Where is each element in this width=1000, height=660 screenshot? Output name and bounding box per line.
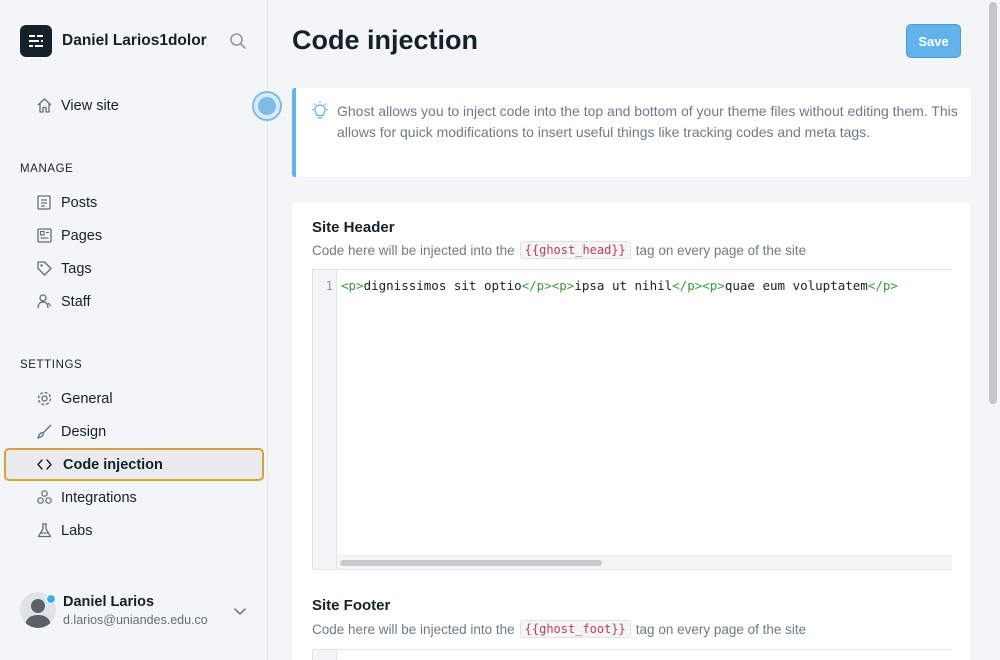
settings-section-label: SETTINGS — [20, 359, 83, 371]
scrollbar-thumb[interactable] — [340, 560, 602, 566]
nav-tags-label: Tags — [61, 260, 92, 277]
line-number-gutter: 1 — [313, 270, 337, 569]
integrations-icon — [37, 490, 52, 504]
main-content: Code injection Save Ghost allows you to … — [269, 0, 1000, 660]
brush-icon — [37, 424, 52, 439]
user-name: Daniel Larios — [63, 593, 155, 610]
horizontal-scrollbar[interactable] — [337, 555, 952, 569]
page-scrollbar-thumb[interactable] — [989, 2, 997, 404]
page-title: Code injection — [292, 25, 479, 55]
chevron-down-icon[interactable] — [232, 603, 248, 619]
info-callout: Ghost allows you to inject code into the… — [292, 88, 971, 177]
nav-posts-label: Posts — [61, 194, 98, 211]
site-header-description: Code here will be injected into the {{gh… — [312, 241, 806, 259]
nav-code-injection[interactable]: Code injection — [4, 448, 264, 481]
site-header-desc-after: tag on every page of the site — [635, 242, 807, 258]
code-html-tag: </p> — [867, 278, 898, 293]
nav-integrations-label: Integrations — [61, 489, 137, 506]
nav-staff[interactable]: Staff — [4, 285, 264, 318]
nav-view-site-label: View site — [61, 97, 119, 114]
nav-general[interactable]: General — [4, 382, 264, 415]
code-line: <p>dignissimos sit optio</p><p>ipsa ut n… — [341, 278, 898, 293]
code-injection-card: Site Header Code here will be injected i… — [292, 202, 971, 660]
code-html-tag: </p><p> — [672, 278, 725, 293]
staff-icon — [37, 294, 52, 309]
code-icon — [37, 459, 52, 470]
sidebar: Daniel Larios1dolor View site MANAGE Pos… — [0, 0, 282, 660]
nav-view-site[interactable]: View site — [4, 89, 264, 122]
pages-icon — [37, 228, 52, 243]
nav-posts[interactable]: Posts — [4, 186, 264, 219]
search-icon[interactable] — [228, 31, 248, 51]
code-text: quae eum voluptatem — [724, 278, 868, 293]
home-icon — [37, 98, 52, 113]
site-logo-icon — [20, 25, 52, 57]
nav-staff-label: Staff — [61, 293, 91, 310]
site-footer-title: Site Footer — [312, 597, 391, 614]
site-header-desc-before: Code here will be injected into the — [312, 242, 515, 258]
nav-design-label: Design — [61, 423, 107, 440]
tag-icon — [37, 261, 52, 276]
site-header-title: Site Header — [312, 219, 395, 236]
site-footer-desc-after: tag on every page of the site — [635, 621, 807, 637]
code-html-tag: </p><p> — [521, 278, 575, 293]
site-footer-description: Code here will be injected into the {{gh… — [312, 620, 806, 638]
site-footer-editor[interactable] — [312, 649, 952, 660]
flask-icon — [37, 523, 52, 538]
code-html-tag: <p> — [341, 278, 364, 293]
page-scrollbar[interactable] — [987, 0, 1000, 660]
nav-design[interactable]: Design — [4, 415, 264, 448]
site-brand[interactable]: Daniel Larios1dolor — [20, 25, 214, 57]
nav-labs-label: Labs — [61, 522, 93, 539]
site-footer-desc-before: Code here will be injected into the — [312, 621, 515, 637]
nav-tags[interactable]: Tags — [4, 252, 264, 285]
line-number-gutter — [313, 650, 337, 660]
nav-integrations[interactable]: Integrations — [4, 481, 264, 514]
posts-icon — [37, 195, 51, 210]
ghost-foot-tag: {{ghost_foot}} — [519, 620, 631, 638]
info-text: Ghost allows you to inject code into the… — [337, 103, 958, 140]
nav-pages-label: Pages — [61, 227, 103, 244]
lightbulb-icon — [312, 101, 328, 119]
site-header-editor[interactable]: 1 <p>dignissimos sit optio</p><p>ipsa ut… — [312, 269, 952, 570]
nav-general-label: General — [61, 390, 113, 407]
manage-section-label: MANAGE — [20, 163, 74, 175]
nav-code-injection-label: Code injection — [63, 456, 163, 473]
save-button[interactable]: Save — [906, 24, 961, 58]
nav-labs[interactable]: Labs — [4, 514, 264, 547]
code-text: ipsa ut nihil — [574, 278, 673, 293]
site-name: Daniel Larios1dolor — [62, 32, 207, 49]
notification-badge — [46, 594, 56, 604]
ghost-head-tag: {{ghost_head}} — [519, 241, 631, 259]
line-number: 1 — [325, 278, 333, 293]
code-text: dignissimos sit optio — [363, 278, 522, 293]
nav-pages[interactable]: Pages — [4, 219, 264, 252]
user-email: d.larios@uniandes.edu.co — [63, 612, 208, 627]
gear-icon — [37, 391, 52, 406]
